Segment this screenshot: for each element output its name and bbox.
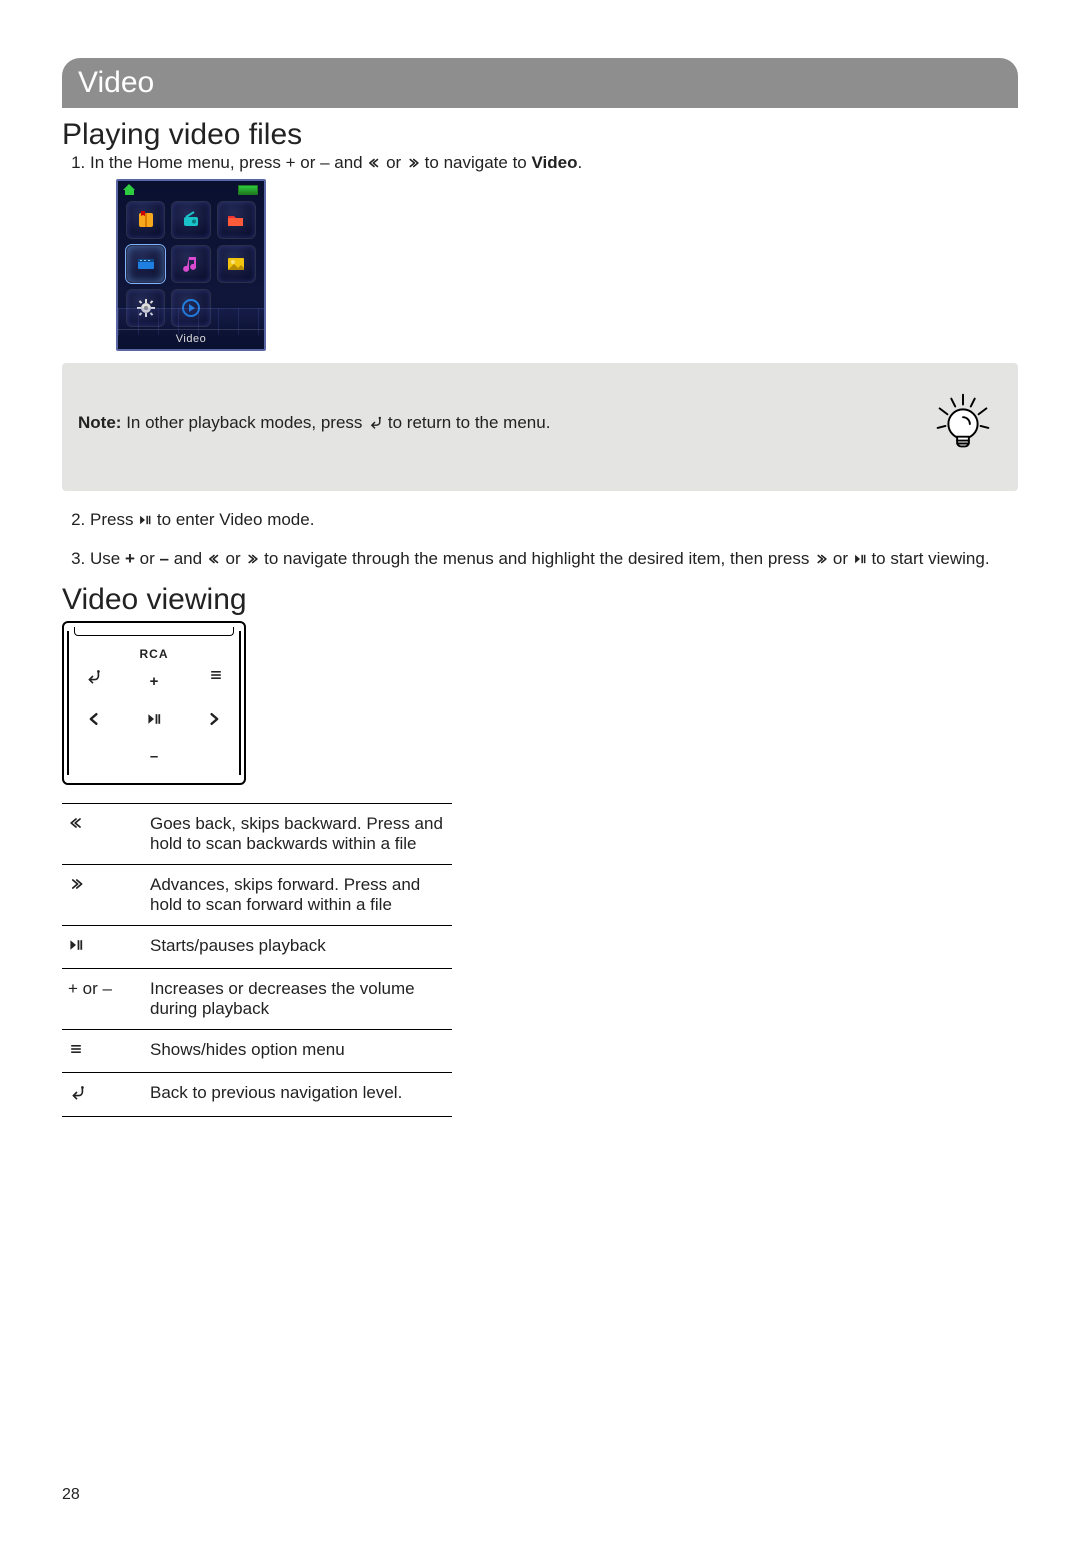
device-label: Video bbox=[118, 329, 264, 347]
app-video bbox=[126, 245, 165, 283]
control-desc: Starts/pauses playback bbox=[144, 925, 452, 968]
volume-keys: + or – bbox=[62, 968, 144, 1029]
skip-fwd-icon bbox=[245, 550, 259, 573]
battery-icon bbox=[238, 185, 258, 195]
app-music bbox=[171, 245, 210, 283]
brand-label: RCA bbox=[64, 647, 244, 661]
control-desc: Shows/hides option menu bbox=[144, 1029, 452, 1072]
subsection-title-playing: Playing video files bbox=[62, 118, 1018, 152]
play-pause-icon bbox=[68, 937, 84, 958]
right-button bbox=[206, 711, 222, 731]
step-2: Press to enter Video mode. bbox=[90, 509, 1018, 534]
play-pause-icon bbox=[853, 550, 867, 573]
control-desc: Advances, skips forward. Press and hold … bbox=[144, 864, 452, 925]
menu-icon bbox=[208, 667, 224, 687]
page-number: 28 bbox=[62, 1486, 80, 1504]
control-pad-diagram: RCA + – bbox=[62, 621, 246, 785]
skip-fwd-icon bbox=[68, 876, 84, 897]
skip-fwd-icon bbox=[406, 154, 420, 177]
minus-button: – bbox=[150, 748, 158, 765]
control-desc: Increases or decreases the volume during… bbox=[144, 968, 452, 1029]
play-pause-icon bbox=[138, 511, 152, 534]
lightbulb-icon bbox=[924, 385, 1002, 463]
skip-back-icon bbox=[68, 815, 84, 836]
table-row: + or – Increases or decreases the volume… bbox=[62, 968, 452, 1029]
step-3: Use + or – and or to navigate through th… bbox=[90, 548, 1018, 573]
app-files bbox=[217, 201, 256, 239]
table-row: Advances, skips forward. Press and hold … bbox=[62, 864, 452, 925]
control-desc: Goes back, skips backward. Press and hol… bbox=[144, 803, 452, 864]
app-photo bbox=[217, 245, 256, 283]
plus-button: + bbox=[150, 673, 159, 690]
left-button bbox=[86, 711, 102, 731]
back-icon bbox=[84, 667, 102, 689]
menu-icon bbox=[68, 1041, 84, 1062]
note-label: Note: bbox=[78, 413, 121, 432]
skip-back-icon bbox=[207, 550, 221, 573]
skip-back-icon bbox=[367, 154, 381, 177]
instruction-list-2: Press to enter Video mode. Use + or – an… bbox=[62, 509, 1018, 573]
play-pause-icon bbox=[146, 711, 162, 731]
instruction-list: In the Home menu, press + or – and or to… bbox=[62, 152, 1018, 351]
skip-fwd-icon bbox=[814, 550, 828, 573]
table-row: Goes back, skips backward. Press and hol… bbox=[62, 803, 452, 864]
back-icon bbox=[367, 414, 383, 435]
app-audiobook bbox=[126, 201, 165, 239]
control-desc: Back to previous navigation level. bbox=[144, 1072, 452, 1116]
table-row: Starts/pauses playback bbox=[62, 925, 452, 968]
home-icon bbox=[124, 185, 135, 196]
table-row: Back to previous navigation level. bbox=[62, 1072, 452, 1116]
section-banner: Video bbox=[62, 58, 1018, 108]
note-callout: Note: In other playback modes, press to … bbox=[62, 363, 1018, 491]
app-radio bbox=[171, 201, 210, 239]
back-icon bbox=[68, 1083, 86, 1106]
video-keyword: Video bbox=[531, 153, 577, 172]
controls-table: Goes back, skips backward. Press and hol… bbox=[62, 803, 452, 1117]
table-row: Shows/hides option menu bbox=[62, 1029, 452, 1072]
device-home-screenshot: Video bbox=[116, 179, 266, 351]
subsection-title-viewing: Video viewing bbox=[62, 583, 1018, 617]
section-banner-text: Video bbox=[78, 66, 154, 99]
step-1: In the Home menu, press + or – and or to… bbox=[90, 152, 1018, 351]
